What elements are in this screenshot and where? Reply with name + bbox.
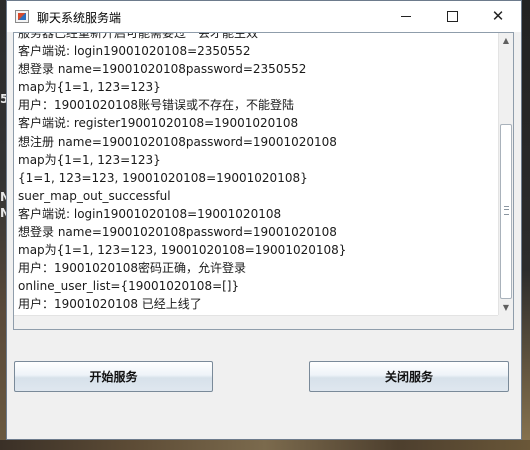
log-line: {1=1, 123=123, 19001020108=19001020108} [18, 170, 308, 185]
scroll-down-arrow-icon[interactable]: ▼ [499, 300, 513, 315]
log-content: 服务器已经重新开启可能需要过一会才能生效 客户端说: login19001020… [18, 32, 494, 314]
minimize-icon [401, 16, 411, 17]
log-line: online_user_list={19001020108=[]} [18, 279, 240, 294]
scroll-corner [498, 315, 513, 329]
log-line: 客户端说: register19001020108=19001020108 [18, 116, 299, 131]
log-text-area[interactable]: 服务器已经重新开启可能需要过一会才能生效 客户端说: login19001020… [13, 32, 514, 330]
close-icon: ✕ [491, 7, 505, 25]
desktop-background-right [522, 0, 530, 450]
stop-service-button[interactable]: 关闭服务 [309, 361, 509, 392]
log-line: 想登录 name=19001020108password=19001020108 [18, 225, 337, 240]
close-button[interactable]: ✕ [475, 1, 521, 32]
title-bar[interactable]: 聊天系统服务端 ✕ [7, 1, 521, 32]
log-line: suer_map_out_successful [18, 188, 171, 203]
log-line: 用户：19001020108账号错误或不存在，不能登陆 [18, 98, 294, 113]
maximize-icon [446, 11, 458, 22]
log-line: 用户：19001020108 已经上线了 [18, 297, 202, 312]
scroll-up-arrow-icon[interactable]: ▲ [499, 33, 513, 48]
log-line: 用户：19001020108密码正确，允许登录 [18, 261, 246, 276]
minimize-button[interactable] [383, 1, 429, 32]
log-line: 客户端说: login19001020108=2350552 [18, 44, 251, 59]
log-line: map为{1=1, 123=123} [18, 152, 161, 167]
java-app-icon [15, 10, 29, 23]
desktop-background-bottom [0, 440, 530, 450]
vertical-scrollbar[interactable]: ▲ ▼ [498, 33, 513, 315]
maximize-button[interactable] [429, 1, 475, 32]
start-service-button[interactable]: 开始服务 [14, 361, 213, 392]
log-line: 客户端说: login19001020108=19001020108 [18, 206, 282, 221]
grip-icon [504, 206, 509, 215]
log-line: 想登录 name=19001020108password=2350552 [18, 62, 307, 77]
log-line: 想注册 name=19001020108password=19001020108 [18, 134, 337, 149]
scrollbar-thumb[interactable] [500, 124, 512, 299]
server-window: 聊天系统服务端 ✕ 服务器已经重新开启可能需要过一会才能生效 客户端说: log… [6, 0, 522, 440]
log-line: map为{1=1, 123=123, 19001020108=190010201… [18, 243, 347, 258]
window-title: 聊天系统服务端 [37, 11, 122, 25]
log-line: map为{1=1, 123=123} [18, 80, 161, 95]
horizontal-scrollbar[interactable] [14, 315, 499, 329]
log-line: 服务器已经重新开启可能需要过一会才能生效 [18, 32, 259, 40]
